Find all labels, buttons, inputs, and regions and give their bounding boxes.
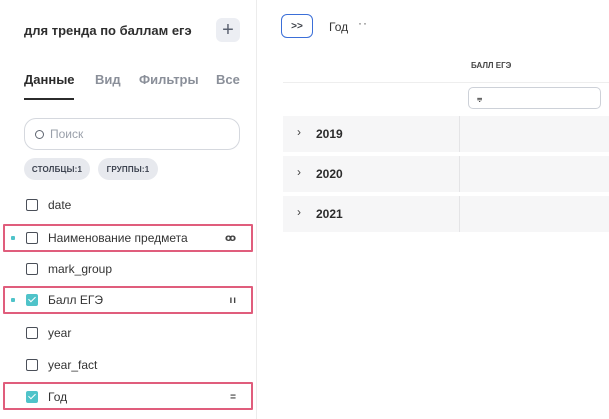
- field-checkbox[interactable]: [26, 359, 38, 371]
- field-checkbox[interactable]: [26, 232, 38, 244]
- table-row[interactable]: › 2021: [283, 196, 609, 232]
- tab-filters[interactable]: Фильтры: [139, 72, 199, 87]
- tab-data[interactable]: Данные: [24, 72, 75, 87]
- field-checkbox[interactable]: [26, 391, 38, 403]
- cell-divider: [459, 156, 460, 192]
- expand-all-button[interactable]: >>: [281, 14, 313, 38]
- tab-view[interactable]: Вид: [95, 72, 121, 87]
- field-label: mark_group: [48, 262, 113, 276]
- tab-all[interactable]: Все: [216, 72, 240, 87]
- field-label: date: [48, 198, 72, 212]
- more-options-icon[interactable]: ··: [358, 16, 368, 30]
- row-label: 2021: [316, 207, 343, 221]
- plus-icon: +: [222, 19, 234, 41]
- used-field-marker: [11, 236, 15, 240]
- field-item-subject-name[interactable]: Наименование предмета ꝏ: [0, 227, 257, 249]
- columns-chip[interactable]: СТОЛБЦЫ:1: [24, 158, 90, 180]
- panel-title: для тренда по баллам егэ: [24, 23, 192, 38]
- search-field[interactable]: [24, 118, 240, 150]
- field-item-god[interactable]: Год =: [0, 386, 257, 408]
- chevron-right-icon[interactable]: ›: [297, 125, 301, 139]
- table-row[interactable]: › 2019: [283, 116, 609, 152]
- cell-divider: [459, 116, 460, 152]
- add-button[interactable]: +: [216, 18, 240, 42]
- field-item-date[interactable]: date: [0, 194, 257, 216]
- field-checkbox[interactable]: [26, 263, 38, 275]
- field-checkbox[interactable]: [26, 294, 38, 306]
- field-label: year_fact: [48, 358, 98, 372]
- group-by-label[interactable]: Год: [329, 20, 348, 34]
- group-icon[interactable]: =: [230, 392, 237, 403]
- field-label: Балл ЕГЭ: [48, 293, 104, 307]
- field-item-ege-score[interactable]: Балл ЕГЭ ıı: [0, 289, 257, 311]
- link-icon[interactable]: ꝏ: [225, 233, 237, 244]
- column-icon[interactable]: ıı: [229, 295, 237, 306]
- active-tab-underline: [24, 98, 74, 100]
- groups-chip[interactable]: ГРУППЫ:1: [98, 158, 158, 180]
- table-row[interactable]: › 2020: [283, 156, 609, 192]
- field-checkbox[interactable]: [26, 199, 38, 211]
- field-panel: для тренда по баллам егэ + Данные Вид Фи…: [0, 0, 257, 419]
- cell-divider: [459, 196, 460, 232]
- column-header[interactable]: БАЛЛ ЕГЭ: [471, 61, 511, 70]
- field-item-mark-group[interactable]: mark_group: [0, 258, 257, 280]
- field-item-year-fact[interactable]: year_fact: [0, 354, 257, 376]
- chevron-right-icon[interactable]: ›: [297, 165, 301, 179]
- header-divider: [283, 82, 609, 83]
- field-label: year: [48, 326, 72, 340]
- field-checkbox[interactable]: [26, 327, 38, 339]
- row-label: 2019: [316, 127, 343, 141]
- row-label: 2020: [316, 167, 343, 181]
- filter-icon: ⩦: [477, 92, 483, 103]
- search-icon: [35, 129, 44, 139]
- used-field-marker: [11, 298, 15, 302]
- chevron-right-icon[interactable]: ›: [297, 205, 301, 219]
- field-label: Год: [48, 390, 68, 404]
- search-input[interactable]: [50, 127, 220, 141]
- column-filter-input[interactable]: ⩦: [468, 87, 601, 109]
- field-item-year[interactable]: year: [0, 322, 257, 344]
- field-label: Наименование предмета: [48, 231, 188, 245]
